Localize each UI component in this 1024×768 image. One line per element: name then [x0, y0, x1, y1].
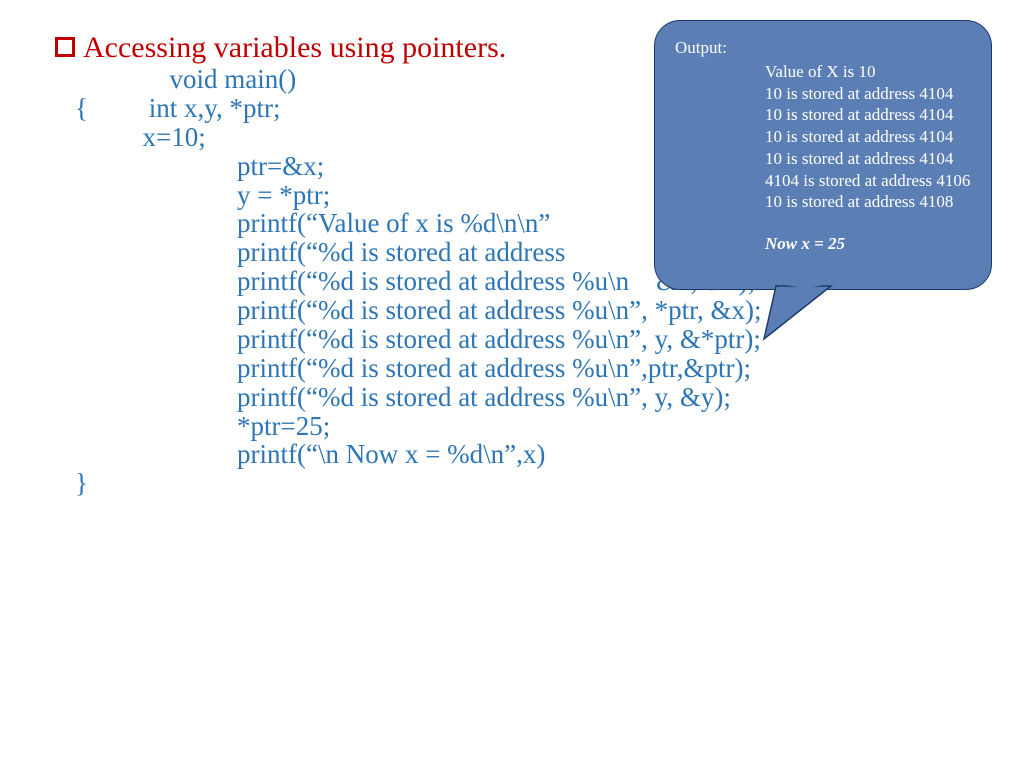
bullet-square-icon: [55, 37, 75, 57]
slide-content: Accessing variables using pointers. void…: [0, 0, 1024, 768]
slide-title: Accessing variables using pointers.: [83, 30, 506, 66]
output-line: Value of X is 10: [765, 61, 971, 83]
output-callout: Output: Value of X is 10 10 is stored at…: [654, 20, 992, 290]
output-line: 10 is stored at address 4104: [765, 126, 971, 148]
output-final: Now x = 25: [765, 233, 971, 255]
output-line: 4104 is stored at address 4106: [765, 170, 971, 192]
output-line: 10 is stored at address 4104: [765, 83, 971, 105]
output-lines: Value of X is 10 10 is stored at address…: [765, 61, 971, 213]
output-line: 10 is stored at address 4104: [765, 148, 971, 170]
output-heading: Output:: [675, 37, 971, 59]
output-line: 10 is stored at address 4104: [765, 104, 971, 126]
output-line: 10 is stored at address 4108: [765, 191, 971, 213]
